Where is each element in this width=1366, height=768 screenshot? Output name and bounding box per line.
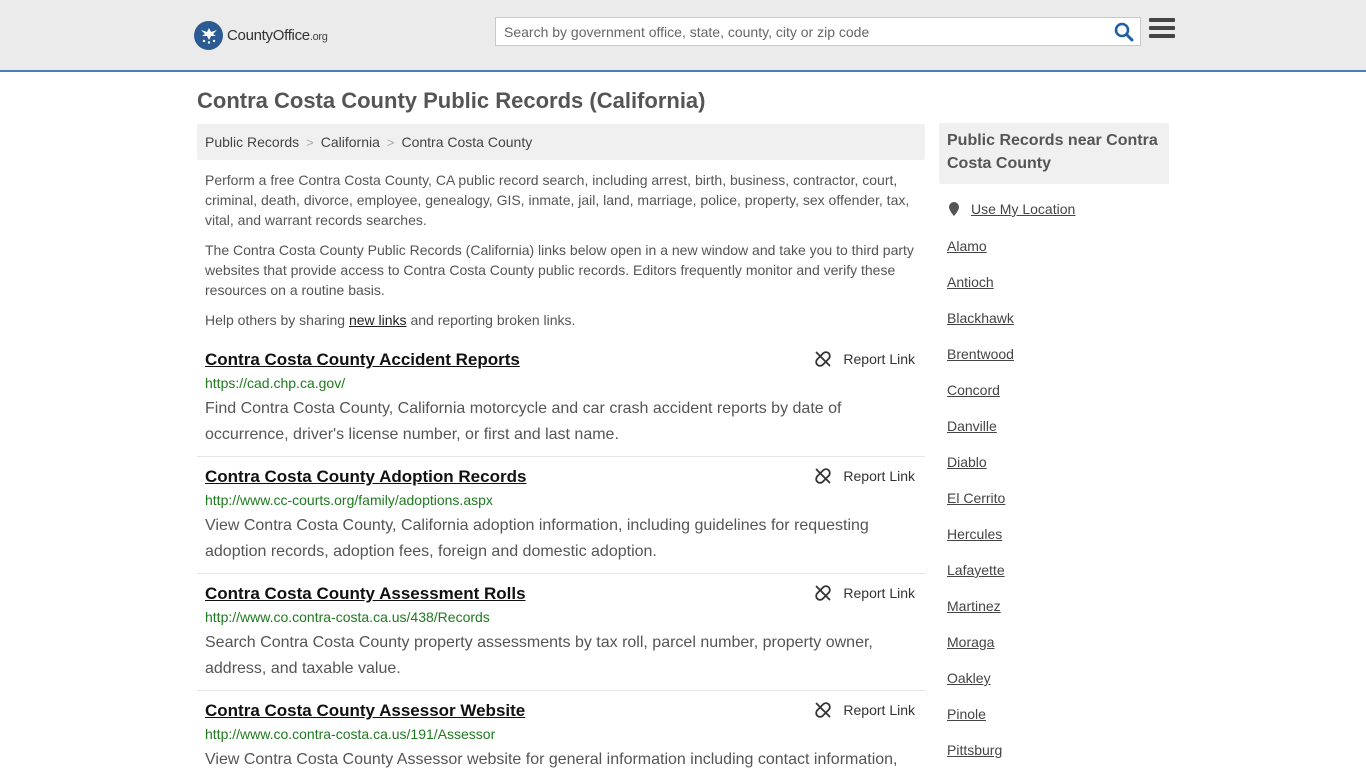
sidebar-city-alamo[interactable]: Alamo: [947, 238, 987, 254]
breadcrumb: Public Records > California > Contra Cos…: [197, 124, 925, 160]
record-item: Contra Costa County Assessor Website Rep…: [197, 701, 925, 768]
sidebar-city-lafayette[interactable]: Lafayette: [947, 562, 1005, 578]
sidebar-city-martinez[interactable]: Martinez: [947, 598, 1001, 614]
record-item: Contra Costa County Accident Reports Rep…: [197, 350, 925, 457]
record-url: http://www.co.contra-costa.ca.us/438/Rec…: [205, 609, 490, 625]
intro-paragraph-2: The Contra Costa County Public Records (…: [205, 242, 914, 298]
record-title-link[interactable]: Contra Costa County Assessor Website: [205, 701, 525, 721]
sidebar-city-oakley[interactable]: Oakley: [947, 670, 991, 686]
broken-link-icon: [815, 468, 832, 484]
record-description: View Contra Costa County, California ado…: [205, 517, 869, 560]
site-header: CountyOffice.org: [0, 0, 1366, 72]
record-description: View Contra Costa County Assessor websit…: [205, 751, 898, 768]
record-title-link[interactable]: Contra Costa County Accident Reports: [205, 350, 520, 370]
sidebar-city-hercules[interactable]: Hercules: [947, 526, 1002, 542]
record-title-link[interactable]: Contra Costa County Adoption Records: [205, 467, 526, 487]
logo-text: CountyOffice.org: [227, 26, 328, 44]
sidebar-city-concord[interactable]: Concord: [947, 382, 1000, 398]
sidebar-city-pittsburg[interactable]: Pittsburg: [947, 742, 1002, 758]
report-link-button[interactable]: Report Link: [815, 702, 915, 718]
sidebar-city-el-cerrito[interactable]: El Cerrito: [947, 490, 1005, 506]
page-title: Contra Costa County Public Records (Cali…: [197, 88, 706, 113]
breadcrumb-public-records[interactable]: Public Records: [205, 134, 299, 150]
breadcrumb-contra-costa-county[interactable]: Contra Costa County: [401, 134, 532, 150]
new-links-link[interactable]: new links: [349, 312, 407, 328]
map-pin-icon: [949, 202, 959, 216]
use-my-location-link[interactable]: Use My Location: [947, 201, 1075, 217]
sidebar-city-antioch[interactable]: Antioch: [947, 274, 994, 290]
record-url: https://cad.chp.ca.gov/: [205, 375, 346, 391]
sidebar-city-moraga[interactable]: Moraga: [947, 634, 994, 650]
breadcrumb-separator: >: [386, 134, 395, 150]
broken-link-icon: [815, 702, 832, 718]
hamburger-menu-icon[interactable]: [1149, 18, 1175, 42]
record-item: Contra Costa County Adoption Records Rep…: [197, 467, 925, 574]
record-item: Contra Costa County Assessment Rolls Rep…: [197, 584, 925, 691]
search-input[interactable]: [496, 18, 1096, 45]
breadcrumb-separator: >: [306, 134, 314, 150]
sidebar-city-diablo[interactable]: Diablo: [947, 454, 987, 470]
report-link-button[interactable]: Report Link: [815, 351, 915, 367]
sidebar-city-danville[interactable]: Danville: [947, 418, 997, 434]
intro-paragraph-1: Perform a free Contra Costa County, CA p…: [205, 172, 910, 228]
report-link-button[interactable]: Report Link: [815, 585, 915, 601]
sidebar-heading: Public Records near Contra Costa County: [939, 123, 1169, 184]
record-description: Find Contra Costa County, California mot…: [205, 400, 842, 443]
record-description: Search Contra Costa County property asse…: [205, 634, 873, 677]
record-url: http://www.co.contra-costa.ca.us/191/Ass…: [205, 726, 496, 742]
search-box: [495, 17, 1141, 46]
record-url: http://www.cc-courts.org/family/adoption…: [205, 492, 493, 508]
broken-link-icon: [815, 585, 832, 601]
search-icon[interactable]: [1114, 22, 1134, 42]
sidebar-city-brentwood[interactable]: Brentwood: [947, 346, 1014, 362]
broken-link-icon: [815, 351, 832, 367]
report-link-button[interactable]: Report Link: [815, 468, 915, 484]
intro-paragraph-3: Help others by sharing new links and rep…: [205, 312, 576, 328]
breadcrumb-california[interactable]: California: [321, 134, 380, 150]
site-logo[interactable]: CountyOffice.org: [194, 20, 328, 50]
sidebar-city-pinole[interactable]: Pinole: [947, 706, 986, 722]
eagle-seal-icon: [194, 20, 223, 50]
sidebar-city-blackhawk[interactable]: Blackhawk: [947, 310, 1014, 326]
record-title-link[interactable]: Contra Costa County Assessment Rolls: [205, 584, 526, 604]
